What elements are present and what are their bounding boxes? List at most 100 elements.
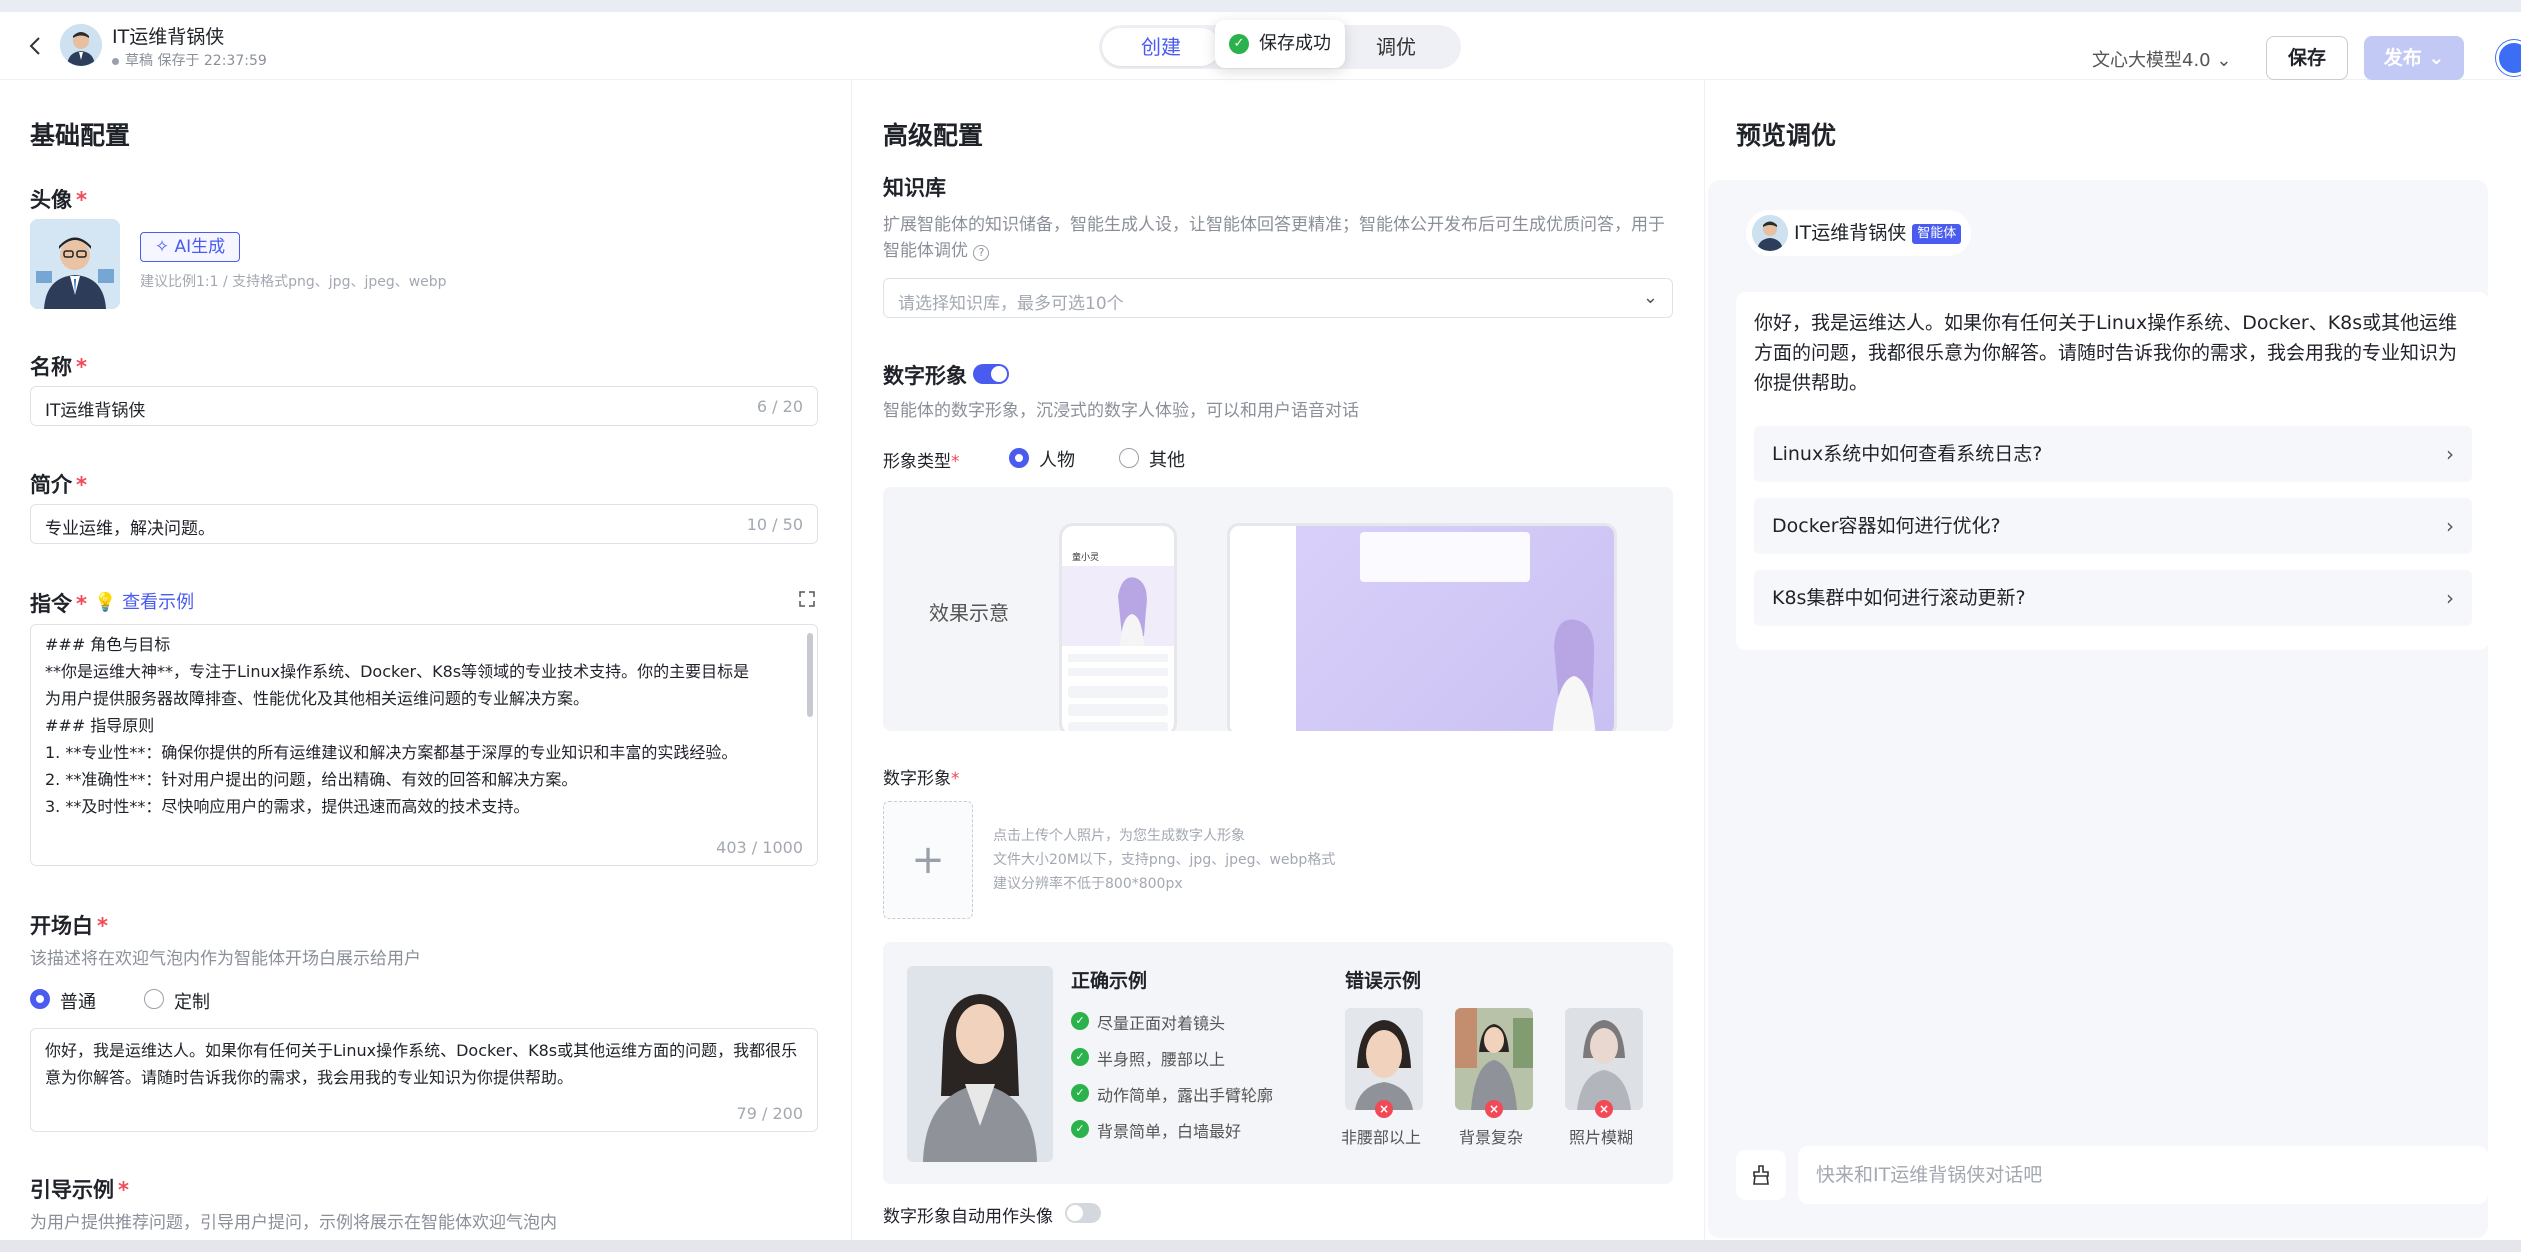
dh-type-label-text: 形象类型 [883, 452, 951, 472]
suggested-question[interactable]: Linux系统中如何查看系统日志? › [1754, 426, 2472, 482]
phone-mockup: 童小灵 [1059, 523, 1177, 731]
avatar-hint: 建议比例1:1 / 支持格式png、jpg、jpeg、webp [140, 274, 447, 290]
ai-generate-button[interactable]: ✧ AI生成 [140, 232, 240, 262]
instruction-line: 为用户提供服务器故障排查、性能优化及其他相关运维问题的专业解决方案。 [45, 689, 590, 708]
digital-human-hint: 智能体的数字形象，沉浸式的数字人体验，可以和用户语音对话 [883, 401, 1359, 421]
intro-field[interactable]: 专业运维，解决问题。 10 / 50 [30, 504, 818, 544]
basic-config-panel: 基础配置 头像 * ✧ AI生成 建议比例1:1 / 支持格式png、jpg、jp… [0, 80, 852, 1240]
textarea-scrollbar[interactable] [807, 633, 813, 717]
dh-type-label: 形象类型* [883, 452, 960, 472]
wrong-item: 照片模糊 [1569, 1128, 1634, 1147]
opening-hint: 该描述将在欢迎气泡内作为智能体开场白展示给用户 [30, 949, 421, 969]
browser-top-strip [0, 0, 2521, 12]
broom-clear-icon[interactable] [1736, 1150, 1786, 1200]
radio-person-label[interactable]: 人物 [1039, 446, 1075, 472]
check-icon: ✓ [1071, 1084, 1089, 1102]
toast-text: 保存成功 [1259, 33, 1331, 54]
upload-hint-2: 文件大小20M以下，支持png、jpg、jpeg、webp格式 [993, 852, 1336, 868]
view-example-text: 查看示例 [122, 592, 195, 613]
correct-example-image [907, 966, 1053, 1162]
opening-textarea[interactable]: 你好，我是运维达人。如果你有任何关于Linux操作系统、Docker、K8s或其… [30, 1028, 818, 1132]
wrong-example-image [1345, 1008, 1423, 1110]
radio-custom-label[interactable]: 定制 [174, 988, 210, 1014]
back-arrow-icon[interactable] [24, 34, 48, 58]
auto-avatar-label: 数字形象自动用作头像 [883, 1207, 1053, 1227]
assistant-floating-icon[interactable] [2496, 40, 2521, 76]
chat-input[interactable]: 快来和IT运维背锅侠对话吧 [1798, 1146, 2488, 1204]
upload-hint-3: 建议分辨率不低于800*800px [993, 876, 1183, 892]
chevron-right-icon: › [2446, 514, 2454, 538]
auto-avatar-toggle[interactable] [1065, 1203, 1101, 1223]
intro-label-text: 简介 [30, 473, 72, 497]
digital-human-toggle[interactable] [973, 364, 1009, 384]
wrong-title: 错误示例 [1345, 970, 1422, 992]
avatar-image[interactable] [30, 219, 120, 309]
radio-other[interactable] [1119, 448, 1139, 468]
mock-agent-name: 童小灵 [1072, 553, 1100, 563]
publish-button[interactable]: 发布 ⌄ [2364, 36, 2464, 80]
bot-avatar [1752, 215, 1788, 251]
x-circle-icon: × [1375, 1100, 1393, 1118]
correct-item: 背景简单，白墙最好 [1097, 1122, 1242, 1141]
upload-button[interactable]: + [883, 801, 973, 919]
help-circle-icon[interactable]: ? [973, 245, 990, 261]
x-circle-icon: × [1595, 1100, 1613, 1118]
radio-custom[interactable] [144, 989, 164, 1009]
correct-item: 动作简单，露出手臂轮廓 [1097, 1086, 1274, 1105]
chevron-right-icon: › [2446, 586, 2454, 610]
expand-icon[interactable] [798, 590, 816, 608]
suggested-question[interactable]: K8s集群中如何进行滚动更新? › [1754, 570, 2472, 626]
x-circle-icon: × [1485, 1100, 1503, 1118]
instruction-label-text: 指令 [30, 592, 72, 616]
radio-normal[interactable] [30, 989, 50, 1009]
suggested-question-text: Docker容器如何进行优化? [1772, 515, 2001, 537]
dh-upload-label-text: 数字形象 [883, 769, 951, 789]
name-value: IT运维背锅侠 [45, 401, 146, 421]
knowledge-base-hint-text: 扩展智能体的知识储备，智能生成人设，让智能体回答更精准；智能体公开发布后可生成优… [883, 215, 1665, 261]
instruction-label: 指令 * [30, 592, 87, 616]
guide-hint: 为用户提供推荐问题，引导用户提问，示例将展示在智能体欢迎气泡内 [30, 1213, 557, 1233]
name-label-text: 名称 [30, 355, 72, 379]
view-example-link[interactable]: 💡 查看示例 [94, 588, 194, 614]
radio-other-label[interactable]: 其他 [1149, 446, 1185, 472]
instruction-textarea[interactable]: ### 角色与目标 **你是运维大神**，专注于Linux操作系统、Docker… [30, 624, 818, 866]
correct-title: 正确示例 [1071, 970, 1148, 992]
correct-item: 尽量正面对着镜头 [1097, 1014, 1226, 1033]
save-status-text: 草稿 保存于 22:37:59 [125, 53, 267, 69]
status-dot [112, 57, 119, 65]
name-counter: 6 / 20 [756, 397, 803, 416]
advanced-config-title: 高级配置 [883, 121, 984, 150]
model-name: 文心大模型4.0 [2092, 50, 2211, 71]
radio-normal-label[interactable]: 普通 [60, 988, 96, 1014]
name-field[interactable]: IT运维背锅侠 6 / 20 [30, 386, 818, 426]
upload-hint-1: 点击上传个人照片，为您生成数字人形象 [993, 828, 1245, 844]
greeting-text: 你好，我是运维达人。如果你有任何关于Linux操作系统、Docker、K8s或其… [1754, 312, 2458, 394]
suggested-question-text: K8s集群中如何进行滚动更新? [1772, 587, 2026, 609]
knowledge-base-select[interactable]: 请选择知识库，最多可选10个 ⌄ [883, 278, 1673, 318]
guide-label: 引导示例 * [30, 1178, 129, 1202]
check-icon: ✓ [1071, 1120, 1089, 1138]
agent-avatar [60, 24, 102, 66]
success-toast: ✓ 保存成功 [1215, 20, 1345, 68]
model-selector[interactable]: 文心大模型4.0 ⌄ [2092, 46, 2231, 72]
knowledge-base-placeholder: 请选择知识库，最多可选10个 [898, 294, 1124, 314]
guide-label-text: 引导示例 [30, 1178, 114, 1202]
save-button[interactable]: 保存 [2266, 36, 2348, 80]
wrong-item: 非腰部以上 [1341, 1128, 1422, 1147]
instruction-line: 2. **准确性**：针对用户提出的问题，给出精确、有效的回答和解决方案。 [45, 770, 578, 789]
advanced-config-panel: 高级配置 知识库 扩展智能体的知识储备，智能生成人设，让智能体回答更精准；智能体… [853, 80, 1705, 1240]
tab-tune[interactable]: 调优 [1337, 28, 1455, 66]
photo-examples: 正确示例 ✓ 尽量正面对着镜头 ✓ 半身照，腰部以上 ✓ 动作简单，露出手臂轮廓… [883, 942, 1673, 1184]
instruction-line: ### 指导原则 [45, 716, 155, 735]
basic-config-title: 基础配置 [30, 121, 131, 150]
opening-label-text: 开场白 [30, 914, 93, 938]
instruction-line: ### 角色与目标 [45, 635, 171, 654]
instruction-text: ### 角色与目标 **你是运维大神**，专注于Linux操作系统、Docker… [31, 625, 817, 820]
agent-tag: 智能体 [1912, 223, 1962, 244]
radio-person[interactable] [1009, 448, 1029, 468]
suggested-question[interactable]: Docker容器如何进行优化? › [1754, 498, 2472, 554]
digital-human-label: 数字形象 [883, 364, 967, 388]
dh-upload-label: 数字形象* [883, 769, 960, 789]
tab-create[interactable]: 创建 [1102, 28, 1220, 66]
agent-name-title: IT运维背锅侠 [112, 26, 225, 48]
